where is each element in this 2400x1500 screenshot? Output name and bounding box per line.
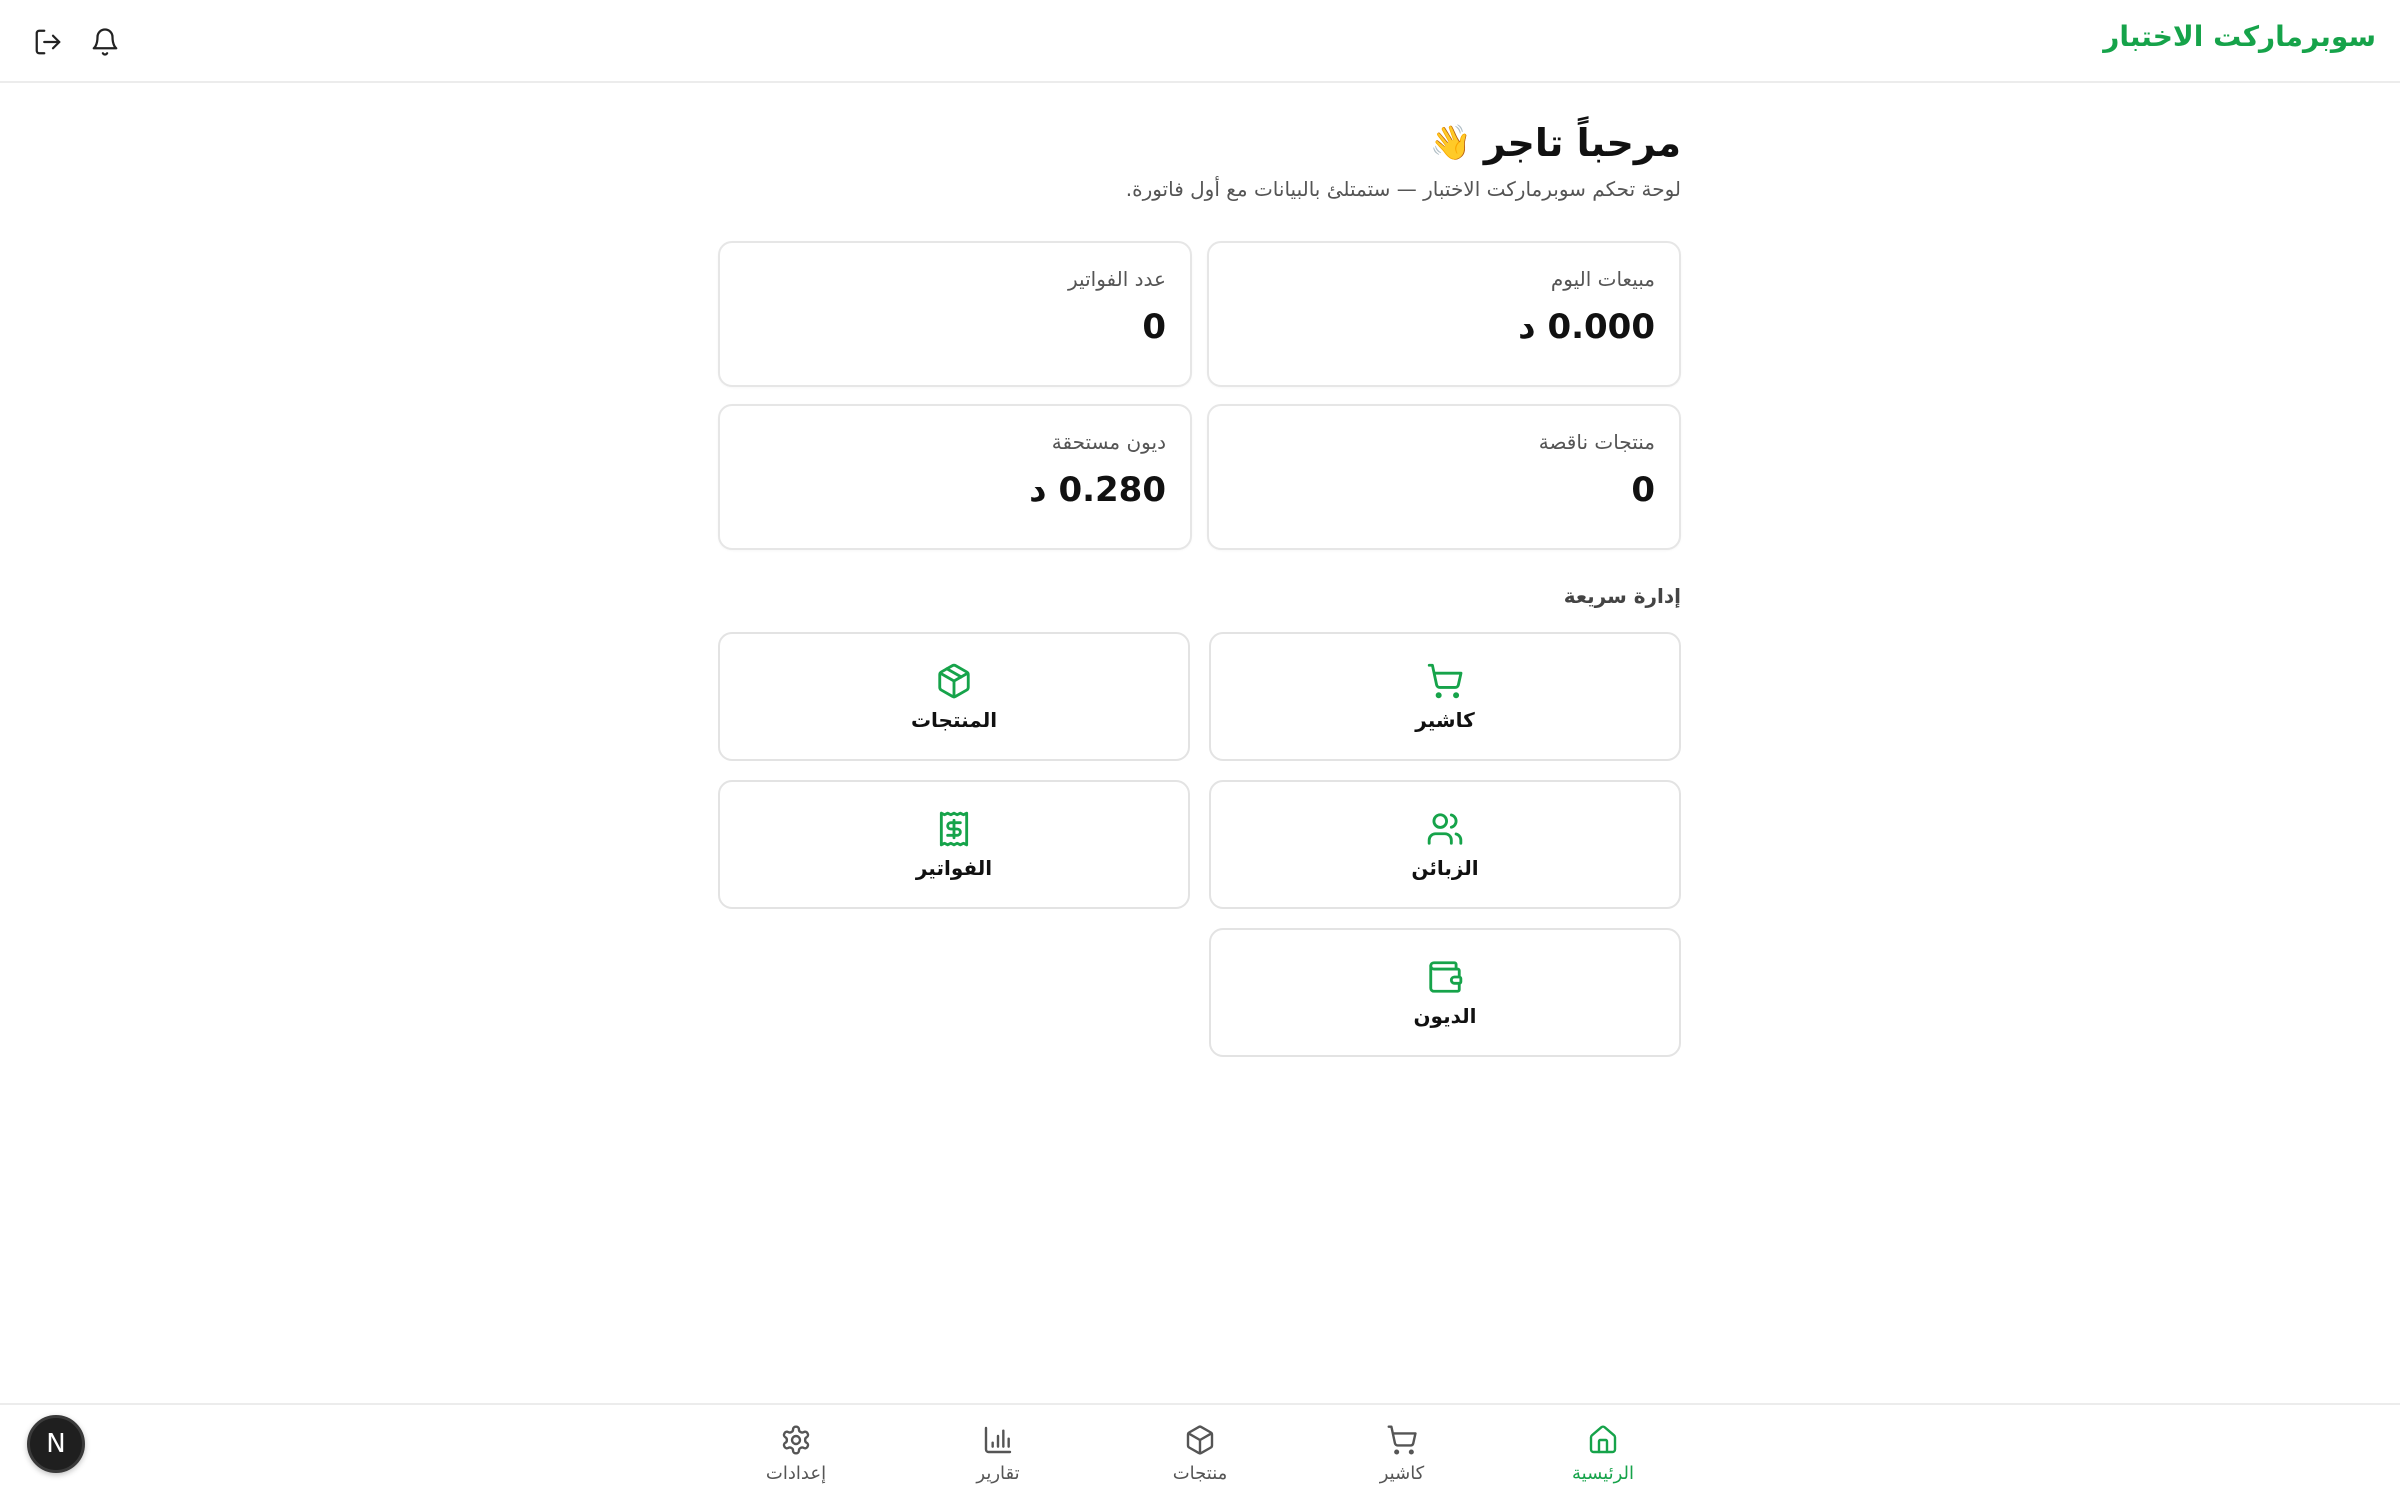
stat-value: 0.000 د <box>1518 307 1655 347</box>
stat-label: مبيعات اليوم <box>1550 267 1655 291</box>
stat-label: عدد الفواتير <box>1068 267 1166 291</box>
nav-products[interactable]: منتجات <box>1140 1423 1260 1491</box>
wallet-icon <box>1426 958 1464 996</box>
quick-products-button[interactable]: المنتجات <box>718 632 1190 761</box>
cart-icon <box>1426 662 1464 700</box>
cart-icon <box>1385 1423 1419 1457</box>
nav-cashier[interactable]: كاشير <box>1342 1423 1462 1491</box>
stat-card-outstanding-debts: ديون مستحقة 0.280 د <box>718 404 1192 550</box>
nav-reports[interactable]: تقارير <box>938 1423 1058 1491</box>
quick-actions-title: إدارة سريعة <box>1563 584 1681 608</box>
nav-label: تقارير <box>976 1463 1020 1484</box>
receipt-icon <box>935 810 973 848</box>
welcome-title: مرحباً تاجر <box>1483 121 1681 165</box>
nav-label: منتجات <box>1172 1463 1228 1484</box>
stat-value: 0 <box>1631 470 1655 510</box>
app-root: سوبرماركت الاختبار مرحباً تاجر 👋 لوحة تح… <box>0 0 2400 1500</box>
quick-customers-button[interactable]: الزبائن <box>1209 780 1681 909</box>
notifications-button[interactable] <box>85 22 125 62</box>
bottom-nav: الرئيسية كاشير منتجات تقارير إعدادات <box>0 1403 2400 1500</box>
nav-settings[interactable]: إعدادات <box>736 1423 856 1491</box>
box-icon <box>1183 1423 1217 1457</box>
quick-debts-button[interactable]: الديون <box>1209 928 1681 1057</box>
wave-emoji: 👋 <box>1429 123 1472 163</box>
quick-label: الزبائن <box>1411 855 1479 880</box>
stat-card-today-sales: مبيعات اليوم 0.000 د <box>1207 241 1681 387</box>
stat-card-low-stock: منتجات ناقصة 0 <box>1207 404 1681 550</box>
box-icon <box>935 662 973 700</box>
stat-label: منتجات ناقصة <box>1538 430 1655 454</box>
users-icon <box>1426 810 1464 848</box>
quick-actions-grid: كاشير المنتجات الزبائن الفواتير الديون <box>718 632 1681 1057</box>
bar-chart-icon <box>981 1423 1015 1457</box>
quick-label: المنتجات <box>910 707 998 732</box>
stat-value: 0 <box>1142 307 1166 347</box>
top-header: سوبرماركت الاختبار <box>0 0 2400 83</box>
nav-label: الرئيسية <box>1572 1463 1634 1484</box>
logout-icon <box>35 29 61 55</box>
welcome-heading: مرحباً تاجر 👋 <box>718 115 1681 171</box>
stat-label: ديون مستحقة <box>1051 430 1166 454</box>
home-icon <box>1586 1423 1620 1457</box>
stat-value: 0.280 د <box>1029 470 1166 510</box>
quick-cashier-button[interactable]: كاشير <box>1209 632 1681 761</box>
quick-invoices-button[interactable]: الفواتير <box>718 780 1190 909</box>
quick-label: الديون <box>1413 1003 1477 1028</box>
quick-label: الفواتير <box>915 855 993 880</box>
logout-button[interactable] <box>28 22 68 62</box>
welcome-subtitle: لوحة تحكم سوبرماركت الاختبار — ستمتلئ با… <box>1125 177 1681 201</box>
nav-label: كاشير <box>1379 1463 1425 1484</box>
gear-icon <box>779 1423 813 1457</box>
nav-home[interactable]: الرئيسية <box>1543 1423 1663 1491</box>
nav-label: إعدادات <box>765 1463 827 1484</box>
stats-grid: مبيعات اليوم 0.000 د عدد الفواتير 0 منتج… <box>718 241 1681 550</box>
stat-card-invoice-count: عدد الفواتير 0 <box>718 241 1192 387</box>
next-dev-badge-button[interactable]: N <box>27 1415 85 1473</box>
dashboard-main: مرحباً تاجر 👋 لوحة تحكم سوبرماركت الاختب… <box>718 115 1681 1057</box>
quick-label: كاشير <box>1415 707 1475 732</box>
bell-icon <box>92 28 118 56</box>
brand-title[interactable]: سوبرماركت الاختبار <box>2103 20 2376 53</box>
